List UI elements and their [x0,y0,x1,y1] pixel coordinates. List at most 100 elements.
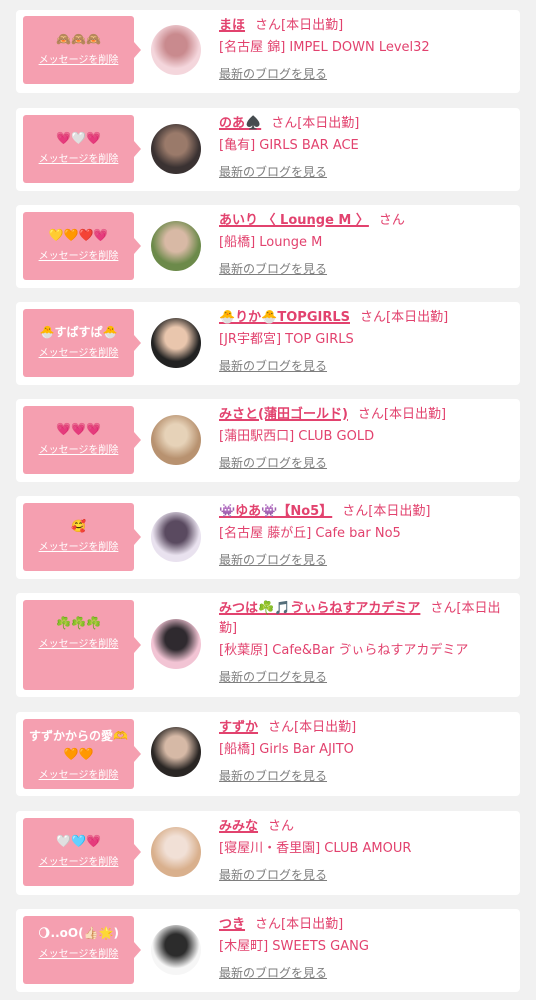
name-line: まほ さん[本日出勤] [219,16,512,36]
message-text: すずかからの愛🫶 🧡🧡 [29,729,128,761]
latest-blog-link[interactable]: 最新のブログを見る [219,766,327,786]
avatar[interactable] [151,221,201,271]
avatar[interactable] [151,25,201,75]
name-line: みみな さん [219,817,512,837]
delete-message-link[interactable]: メッセージを削除 [23,769,134,783]
status-badge: [本日出勤] [281,917,344,932]
cast-name-link[interactable]: まほ [219,18,245,33]
cast-name-link[interactable]: 🐣りか🐣TOPGIRLS [219,310,350,325]
message-bubble: 🌖..oO(👍🏻🌟) メッセージを削除 [23,916,141,984]
cast-name-link[interactable]: のあ♠️ [219,116,261,131]
shop-label: [秋葉原] Cafe&Bar ゔぃらねすアカデミア [219,643,469,658]
shop-label: [名古屋 錦] IMPEL DOWN Level32 [219,40,430,55]
avatar[interactable] [151,512,201,562]
honorific-label: さん [430,601,457,616]
message-card: 🙈🙈🙈 メッセージを削除 まほ さん[本日出勤] [名古屋 錦] IMPEL DO… [16,10,520,93]
message-text: 💛🧡❤️💗 [48,228,109,242]
message-text: 💗🤍💗 [56,131,101,145]
cast-name-link[interactable]: 👾ゆあ👾【No5】 [219,504,332,519]
cast-info: あいり 〈 Lounge M 〉さん [船橋] Lounge M 最新のブログを… [219,211,512,280]
latest-blog-link[interactable]: 最新のブログを見る [219,453,327,473]
latest-blog-link[interactable]: 最新のブログを見る [219,550,327,570]
cast-name-link[interactable]: みさと(蒲田ゴールド) [219,407,348,422]
cast-info: すずか さん[本日出勤] [船橋] Girls Bar AJITO 最新のブログを… [219,718,512,787]
honorific-label: さん [342,504,369,519]
honorific-label: さん [268,819,295,834]
message-card: 💛🧡❤️💗 メッセージを削除 あいり 〈 Lounge M 〉さん [船橋] L… [16,205,520,288]
message-bubble: 🐣すぱすぱ🐣 メッセージを削除 [23,309,141,377]
shop-label: [船橋] Lounge M [219,235,323,250]
name-line: あいり 〈 Lounge M 〉さん [219,211,512,231]
avatar[interactable] [151,827,201,877]
status-badge: [本日出勤] [368,504,431,519]
cast-info: のあ♠️ さん[本日出勤] [亀有] GIRLS BAR ACE 最新のブログを見… [219,114,512,183]
delete-message-link[interactable]: メッセージを削除 [23,638,134,652]
message-bubble: 💛🧡❤️💗 メッセージを削除 [23,212,141,280]
avatar[interactable] [151,727,201,777]
message-bubble: ☘️☘️☘️ メッセージを削除 [23,600,141,690]
message-card: すずかからの愛🫶 🧡🧡 メッセージを削除 すずか さん[本日出勤] [船橋] Gi… [16,712,520,796]
message-card: 🐣すぱすぱ🐣 メッセージを削除 🐣りか🐣TOPGIRLS さん[本日出勤] [JR… [16,302,520,385]
message-text: 🐣すぱすぱ🐣 [39,325,118,339]
honorific-label: さん [357,407,384,422]
cast-name-link[interactable]: すずか [219,720,258,735]
shop-label: [JR宇都宮] TOP GIRLS [219,332,354,347]
shop-label: [木屋町] SWEETS GANG [219,939,369,954]
status-badge: [本日出勤] [297,116,360,131]
delete-message-link[interactable]: メッセージを削除 [23,948,134,962]
message-text: 💗💗💗 [56,422,101,436]
avatar[interactable] [151,124,201,174]
delete-message-link[interactable]: メッセージを削除 [23,54,134,68]
message-text: 🌖..oO(👍🏻🌟) [38,926,119,940]
latest-blog-link[interactable]: 最新のブログを見る [219,356,327,376]
shop-label: [名古屋 藤が丘] Cafe bar No5 [219,526,401,541]
message-card: ☘️☘️☘️ メッセージを削除 みつは☘️🎵ゔぃらねすアカデミア さん[本日出勤]… [16,593,520,697]
delete-message-link[interactable]: メッセージを削除 [23,541,134,555]
name-line: みさと(蒲田ゴールド) さん[本日出勤] [219,405,512,425]
delete-message-link[interactable]: メッセージを削除 [23,153,134,167]
cast-name-link[interactable]: みつは☘️🎵ゔぃらねすアカデミア [219,601,420,616]
delete-message-link[interactable]: メッセージを削除 [23,856,134,870]
name-line: みつは☘️🎵ゔぃらねすアカデミア さん[本日出勤] [219,599,512,639]
name-line: つき さん[本日出勤] [219,915,512,935]
latest-blog-link[interactable]: 最新のブログを見る [219,64,327,84]
message-card: 💗🤍💗 メッセージを削除 のあ♠️ さん[本日出勤] [亀有] GIRLS BAR… [16,108,520,191]
cast-name-link[interactable]: あいり 〈 Lounge M 〉 [219,213,369,228]
message-list: 🙈🙈🙈 メッセージを削除 まほ さん[本日出勤] [名古屋 錦] IMPEL DO… [0,0,536,992]
avatar[interactable] [151,318,201,368]
delete-message-link[interactable]: メッセージを削除 [23,444,134,458]
message-text: ☘️☘️☘️ [56,616,101,630]
delete-message-link[interactable]: メッセージを削除 [23,250,134,264]
message-bubble: 💗🤍💗 メッセージを削除 [23,115,141,183]
latest-blog-link[interactable]: 最新のブログを見る [219,865,327,885]
cast-name-link[interactable]: つき [219,917,245,932]
name-line: すずか さん[本日出勤] [219,718,512,738]
cast-info: みつは☘️🎵ゔぃらねすアカデミア さん[本日出勤] [秋葉原] Cafe&Bar … [219,599,512,688]
honorific-label: さん [378,213,405,228]
message-card: 🌖..oO(👍🏻🌟) メッセージを削除 つき さん[本日出勤] [木屋町] SWE… [16,909,520,992]
shop-label: [船橋] Girls Bar AJITO [219,742,354,757]
message-text: 🤍🩵💗 [56,834,101,848]
shop-label: [寝屋川・香里園] CLUB AMOUR [219,841,412,856]
honorific-label: さん [255,917,282,932]
latest-blog-link[interactable]: 最新のブログを見る [219,963,327,983]
honorific-label: さん [271,116,298,131]
status-badge: [本日出勤] [386,310,449,325]
latest-blog-link[interactable]: 最新のブログを見る [219,259,327,279]
latest-blog-link[interactable]: 最新のブログを見る [219,667,327,687]
avatar[interactable] [151,415,201,465]
latest-blog-link[interactable]: 最新のブログを見る [219,162,327,182]
cast-info: 🐣りか🐣TOPGIRLS さん[本日出勤] [JR宇都宮] TOP GIRLS 最… [219,308,512,377]
honorific-label: さん [255,18,282,33]
message-text: 🥰 [71,519,86,533]
honorific-label: さん [268,720,295,735]
avatar[interactable] [151,619,201,669]
message-bubble: 💗💗💗 メッセージを削除 [23,406,141,474]
avatar[interactable] [151,925,201,975]
delete-message-link[interactable]: メッセージを削除 [23,347,134,361]
name-line: 🐣りか🐣TOPGIRLS さん[本日出勤] [219,308,512,328]
name-line: 👾ゆあ👾【No5】 さん[本日出勤] [219,502,512,522]
cast-info: つき さん[本日出勤] [木屋町] SWEETS GANG 最新のブログを見る [219,915,512,984]
cast-name-link[interactable]: みみな [219,819,258,834]
message-bubble: 🤍🩵💗 メッセージを削除 [23,818,141,886]
